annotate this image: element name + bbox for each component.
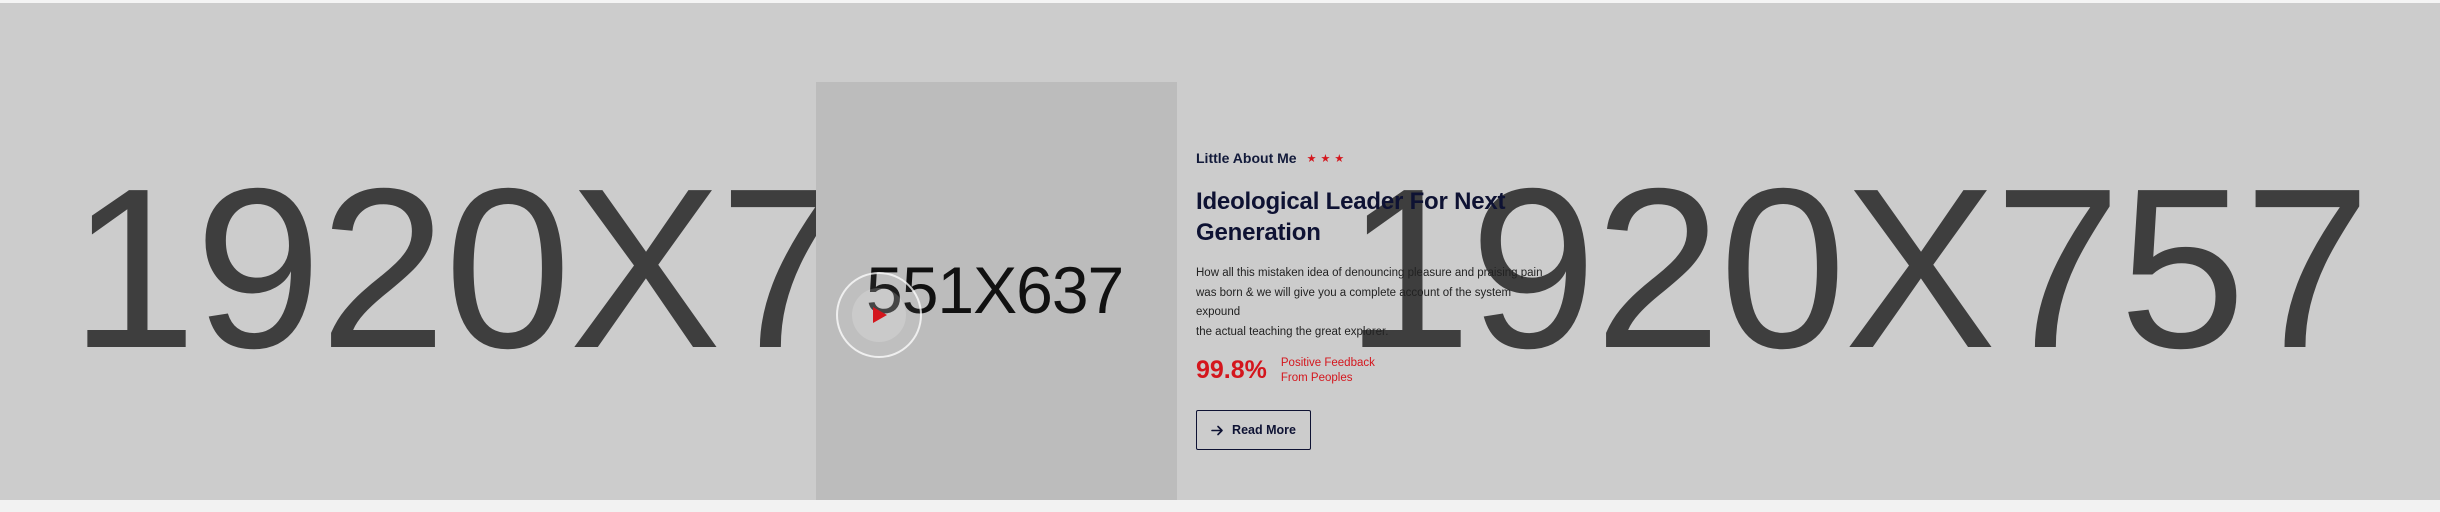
section-title-line-1: Ideological Leader For Next [1196,188,1506,215]
background-placeholder-label-left: 1920X7 [70,142,846,396]
bottom-strip [0,500,2440,512]
video-play-button[interactable] [836,272,922,358]
play-icon [873,307,887,323]
feedback-stat-label-line-2: From Peoples [1280,372,1353,384]
description-line-3: the actual teaching the great explorer. [1196,325,1389,338]
read-more-button[interactable]: Read More [1196,410,1311,450]
feedback-stat-label-line-1: Positive Feedback [1280,357,1375,369]
section-title: Ideological Leader For Next Generation [1196,186,1556,248]
section-subtitle: Little About Me [1196,150,1297,166]
star-icon: ★ [1320,153,1331,165]
section-description: How all this mistaken idea of denouncing… [1196,264,1546,342]
feedback-stat: 99.8% Positive Feedback From Peoples [1196,356,1556,386]
arrow-right-icon [1211,425,1223,435]
description-line-1: How all this mistaken idea of denouncing… [1196,267,1543,279]
play-button-inner [852,288,906,342]
star-icon: ★ [1306,153,1317,165]
subtitle-row: Little About Me ★ ★ ★ [1196,148,1556,168]
description-line-2: was born & we will give you a complete a… [1196,286,1512,319]
read-more-label: Read More [1232,423,1296,437]
about-content: Little About Me ★ ★ ★ Ideological Leader… [1196,148,1556,450]
star-icon: ★ [1334,153,1345,165]
section-title-line-2: Generation [1196,219,1321,246]
feedback-stat-value: 99.8% [1196,356,1267,384]
decorative-stars: ★ ★ ★ [1307,154,1345,165]
feedback-stat-label: Positive Feedback From Peoples [1281,356,1391,386]
